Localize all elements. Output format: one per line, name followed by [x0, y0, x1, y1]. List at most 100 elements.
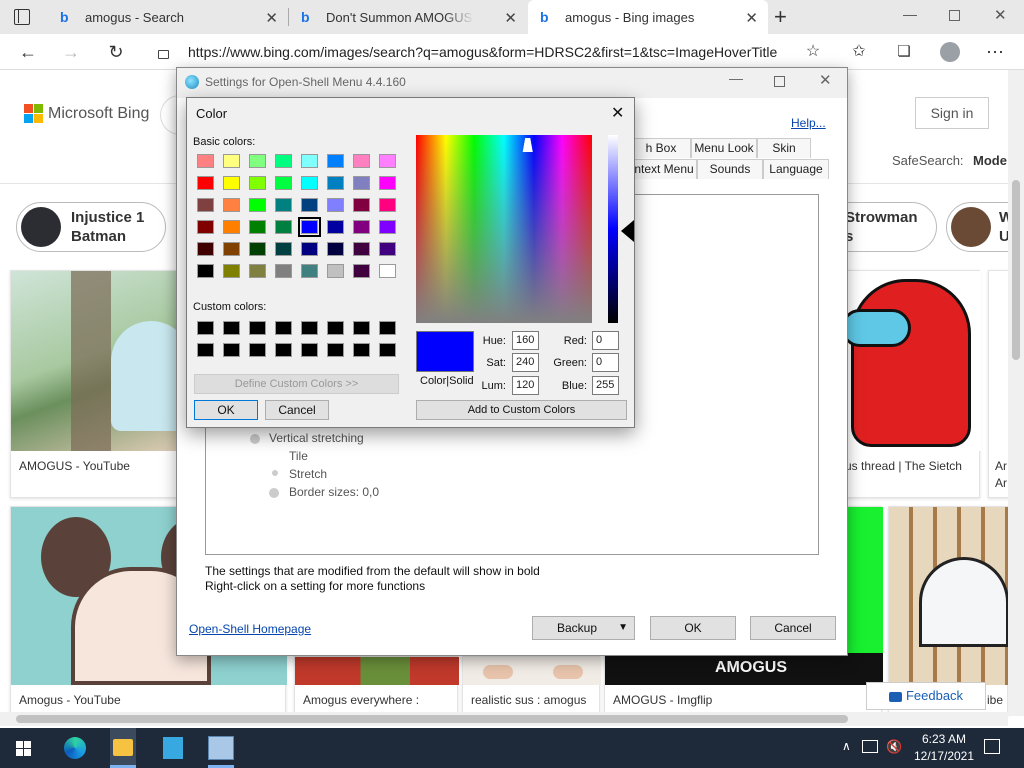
basic-color-swatch[interactable] — [249, 154, 266, 168]
basic-color-swatch[interactable] — [249, 198, 266, 212]
collections-icon[interactable]: ❏ — [891, 39, 917, 65]
basic-color-swatch[interactable] — [275, 154, 292, 168]
more-options-icon[interactable]: ⋯ — [982, 39, 1008, 65]
basic-color-swatch[interactable] — [301, 176, 318, 190]
basic-color-swatch[interactable] — [353, 242, 370, 256]
close-window-icon[interactable]: ✕ — [994, 6, 1007, 24]
basic-color-swatch[interactable] — [379, 264, 396, 278]
tree-item-stretch[interactable]: Stretch — [289, 467, 327, 481]
basic-color-swatch[interactable] — [249, 220, 266, 234]
custom-color-swatch[interactable] — [327, 321, 344, 335]
tab-bing-images[interactable]: b amogus - Bing images ✕ — [528, 0, 768, 34]
basic-color-swatch[interactable] — [197, 198, 214, 212]
backup-button[interactable]: Backup ▼ — [532, 616, 635, 640]
help-link[interactable]: Help... — [791, 116, 826, 130]
basic-color-swatch[interactable] — [223, 176, 240, 190]
scroll-thumb[interactable] — [1012, 180, 1020, 360]
basic-color-swatch[interactable] — [223, 198, 240, 212]
basic-color-swatch[interactable] — [353, 264, 370, 278]
basic-color-swatch[interactable] — [197, 154, 214, 168]
color-ok-button[interactable]: OK — [194, 400, 258, 420]
back-arrow-icon[interactable]: ← — [15, 39, 41, 65]
tab-sounds[interactable]: Sounds — [697, 159, 763, 179]
add-to-custom-colors-button[interactable]: Add to Custom Colors — [416, 400, 627, 420]
basic-color-swatch[interactable] — [353, 154, 370, 168]
custom-color-swatch[interactable] — [197, 321, 214, 335]
basic-color-swatch[interactable] — [353, 220, 370, 234]
basic-color-swatch[interactable] — [197, 242, 214, 256]
windows-start-icon[interactable] — [16, 741, 31, 756]
close-tab-icon[interactable]: ✕ — [504, 9, 517, 27]
basic-color-swatch[interactable] — [197, 264, 214, 278]
custom-color-swatch[interactable] — [249, 321, 266, 335]
tab-dont-summon[interactable]: b Don't Summon AMOGUS in ✕ — [289, 0, 527, 34]
tab-language[interactable]: Language — [763, 159, 829, 179]
blue-input[interactable]: 255 — [592, 376, 619, 395]
basic-color-swatch[interactable] — [223, 242, 240, 256]
close-tab-icon[interactable]: ✕ — [745, 9, 758, 27]
tab-actions-icon[interactable] — [14, 9, 30, 25]
custom-color-swatch[interactable] — [379, 343, 396, 357]
custom-color-swatch[interactable] — [197, 343, 214, 357]
building-app-icon[interactable] — [163, 737, 183, 759]
new-tab-icon[interactable]: + — [774, 4, 787, 30]
luminosity-arrow-icon[interactable] — [621, 220, 634, 242]
custom-color-swatch[interactable] — [275, 321, 292, 335]
custom-color-swatch[interactable] — [249, 343, 266, 357]
basic-color-swatch[interactable] — [223, 264, 240, 278]
settings-app-icon[interactable] — [208, 736, 234, 760]
sign-in-button[interactable]: Sign in — [915, 97, 989, 129]
profile-avatar-icon[interactable] — [940, 42, 960, 62]
basic-color-swatch[interactable] — [379, 220, 396, 234]
network-icon[interactable] — [862, 740, 878, 753]
custom-color-swatch[interactable] — [275, 343, 292, 357]
lum-input[interactable]: 120 — [512, 376, 539, 395]
chevron-up-icon[interactable]: ∧ — [842, 739, 851, 753]
restore-icon[interactable] — [949, 10, 960, 21]
image-result[interactable]: Amogus everywhere : — [294, 656, 459, 716]
basic-color-swatch[interactable] — [249, 242, 266, 256]
basic-color-swatch[interactable] — [327, 198, 344, 212]
maximize-icon[interactable] — [774, 76, 785, 87]
basic-color-swatch[interactable] — [301, 198, 318, 212]
color-cancel-button[interactable]: Cancel — [265, 400, 329, 420]
luminosity-slider[interactable] — [608, 135, 618, 323]
basic-color-swatch[interactable] — [353, 198, 370, 212]
basic-color-swatch[interactable] — [301, 264, 318, 278]
tree-item-tile[interactable]: Tile — [289, 449, 308, 463]
basic-color-swatch[interactable] — [298, 217, 321, 237]
image-result[interactable]: AMOGUS - YouTube — [10, 270, 201, 498]
basic-color-swatch[interactable] — [327, 264, 344, 278]
basic-color-swatch[interactable] — [275, 264, 292, 278]
hue-input[interactable]: 160 — [512, 331, 539, 350]
basic-color-swatch[interactable] — [353, 176, 370, 190]
homepage-link[interactable]: Open-Shell Homepage — [189, 622, 311, 636]
related-pill-injustice[interactable]: Injustice 1 Batman — [16, 202, 166, 252]
basic-color-swatch[interactable] — [379, 198, 396, 212]
safesearch-value[interactable]: Mode — [973, 153, 1007, 168]
vertical-scrollbar[interactable] — [1008, 70, 1024, 716]
custom-color-swatch[interactable] — [301, 321, 318, 335]
image-result[interactable]: realistic sus : amogus — [462, 656, 601, 716]
add-favorite-icon[interactable]: ☆ — [800, 39, 826, 65]
tab-search-box[interactable]: h Box — [631, 138, 691, 158]
basic-color-swatch[interactable] — [379, 154, 396, 168]
basic-color-swatch[interactable] — [275, 198, 292, 212]
define-custom-colors-button[interactable]: Define Custom Colors >> — [194, 374, 399, 394]
basic-color-swatch[interactable] — [327, 154, 344, 168]
settings-cancel-button[interactable]: Cancel — [750, 616, 836, 640]
tab-context-menu[interactable]: ntext Menu — [631, 159, 697, 179]
minimize-icon[interactable]: — — [903, 6, 917, 22]
edge-icon[interactable] — [64, 737, 86, 759]
clock-date[interactable]: 12/17/2021 — [910, 749, 978, 763]
custom-color-swatch[interactable] — [327, 343, 344, 357]
horizontal-scrollbar[interactable] — [0, 712, 1008, 726]
custom-color-swatch[interactable] — [301, 343, 318, 357]
basic-color-swatch[interactable] — [379, 242, 396, 256]
scroll-thumb[interactable] — [16, 715, 848, 723]
red-input[interactable]: 0 — [592, 331, 619, 350]
tab-skin[interactable]: Skin — [757, 138, 811, 158]
tree-item-vertical-stretching[interactable]: Vertical stretching — [269, 431, 364, 445]
volume-muted-icon[interactable]: 🔇 — [886, 739, 902, 755]
close-icon[interactable]: ✕ — [611, 103, 624, 123]
